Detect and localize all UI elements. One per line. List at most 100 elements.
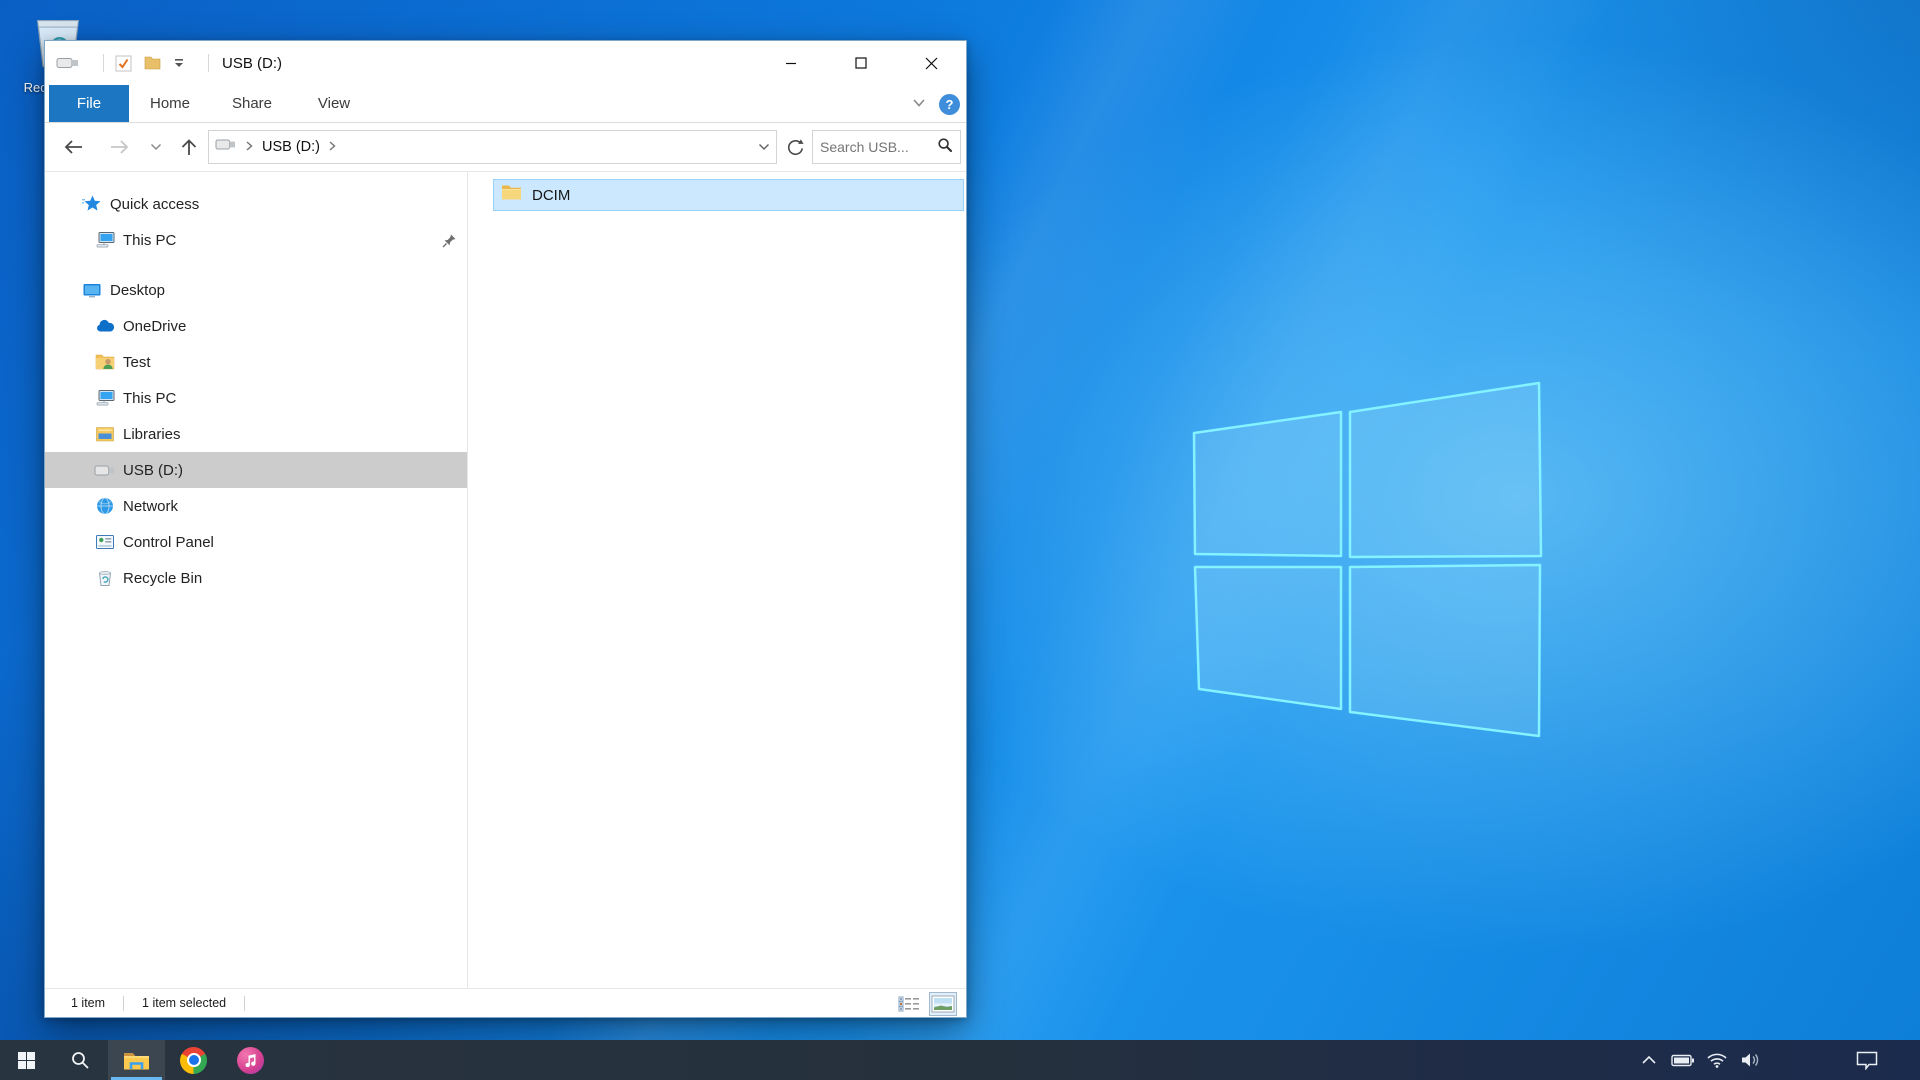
sidebar-item-label: Recycle Bin: [123, 570, 202, 587]
sidebar-item-quick-access[interactable]: Quick access: [45, 186, 467, 222]
toolbar-separator: [103, 54, 104, 72]
tab-share[interactable]: Share: [211, 85, 293, 122]
status-bar: 1 item 1 item selected: [45, 988, 966, 1017]
up-button[interactable]: [176, 138, 202, 157]
toolbar-separator: [208, 54, 209, 72]
status-separator: [123, 996, 124, 1011]
address-usb-drive-icon: [215, 138, 237, 156]
sidebar-item-test-user[interactable]: Test: [45, 344, 467, 380]
customize-toolbar-dropdown-icon[interactable]: [173, 57, 185, 69]
sidebar-item-control-panel[interactable]: Control Panel: [45, 524, 467, 560]
tab-file[interactable]: File: [49, 85, 129, 122]
file-list[interactable]: DCIM: [468, 172, 966, 988]
thumbnails-view-icon: [931, 995, 955, 1013]
close-icon: [925, 57, 938, 70]
sidebar-item-this-pc[interactable]: This PC: [45, 380, 467, 416]
network-globe-icon: [94, 496, 116, 516]
itunes-icon: [237, 1047, 264, 1074]
taskbar-itunes-button[interactable]: [222, 1040, 279, 1080]
usb-drive-icon: [94, 464, 116, 477]
window-title: USB (D:): [222, 55, 282, 72]
sidebar-item-desktop[interactable]: Desktop: [45, 272, 467, 308]
properties-icon[interactable]: [115, 55, 132, 72]
action-center-button[interactable]: [1846, 1040, 1888, 1080]
tray-expand-button[interactable]: [1632, 1040, 1666, 1080]
battery-icon: [1671, 1054, 1695, 1067]
wifi-indicator[interactable]: [1700, 1040, 1734, 1080]
wifi-icon: [1706, 1052, 1728, 1068]
search-icon: [70, 1050, 90, 1070]
chevron-up-icon: [1642, 1056, 1656, 1064]
expand-ribbon-chevron-icon[interactable]: [912, 95, 926, 113]
file-explorer-window: USB (D:) File Home Share View ?: [44, 40, 967, 1018]
breadcrumb-chevron-icon[interactable]: [329, 138, 336, 156]
user-folder-icon: [94, 353, 116, 371]
battery-indicator[interactable]: [1666, 1040, 1700, 1080]
breadcrumb[interactable]: USB (D:): [262, 139, 320, 155]
tab-home[interactable]: Home: [129, 85, 211, 122]
close-button[interactable]: [896, 41, 966, 85]
search-box[interactable]: [812, 130, 961, 164]
thumbnails-view-button[interactable]: [929, 992, 957, 1016]
folder-icon: [501, 184, 522, 206]
new-folder-icon[interactable]: [144, 56, 161, 70]
desktop-icon: [81, 280, 103, 300]
sidebar-item-network[interactable]: Network: [45, 488, 467, 524]
maximize-button[interactable]: [826, 41, 896, 85]
system-tray: [1632, 1040, 1920, 1080]
search-icon[interactable]: [937, 137, 953, 158]
refresh-button[interactable]: [786, 138, 804, 156]
taskbar: [0, 1040, 1920, 1080]
title-bar[interactable]: USB (D:): [45, 41, 966, 85]
sidebar-item-usb-drive[interactable]: USB (D:): [45, 452, 467, 488]
file-name: DCIM: [532, 187, 570, 204]
tab-view[interactable]: View: [293, 85, 375, 122]
start-button[interactable]: [0, 1040, 52, 1080]
taskbar-chrome-button[interactable]: [165, 1040, 222, 1080]
onedrive-cloud-icon: [94, 319, 116, 333]
sidebar-item-label: Control Panel: [123, 534, 214, 551]
sidebar-item-onedrive[interactable]: OneDrive: [45, 308, 467, 344]
ribbon-tab-row: File Home Share View ?: [45, 85, 966, 123]
forward-button[interactable]: [103, 138, 134, 156]
navigation-pane: Quick access This PC Desktop: [45, 172, 468, 988]
volume-indicator[interactable]: [1734, 1040, 1768, 1080]
windows-start-icon: [18, 1052, 35, 1069]
back-button[interactable]: [59, 138, 89, 156]
help-button[interactable]: ?: [939, 94, 960, 115]
window-usb-drive-icon: [56, 56, 80, 70]
minimize-icon: [785, 57, 797, 69]
taskbar-search-button[interactable]: [52, 1040, 108, 1080]
sidebar-item-label: Libraries: [123, 426, 181, 443]
details-view-button[interactable]: [895, 992, 923, 1016]
selection-count: 1 item selected: [142, 996, 226, 1010]
windows-logo: [1191, 381, 1543, 738]
control-panel-icon: [94, 533, 116, 551]
sidebar-item-this-pc-pinned[interactable]: This PC: [45, 222, 467, 258]
file-row-dcim[interactable]: DCIM: [493, 179, 964, 211]
recent-locations-chevron-icon[interactable]: [145, 143, 167, 151]
pc-icon: [94, 230, 116, 250]
sidebar-item-label: Network: [123, 498, 178, 515]
sidebar-item-recycle-bin[interactable]: Recycle Bin: [45, 560, 467, 596]
address-bar[interactable]: USB (D:): [208, 130, 777, 164]
pc-icon: [94, 388, 116, 408]
file-explorer-icon: [123, 1050, 150, 1071]
sidebar-item-libraries[interactable]: Libraries: [45, 416, 467, 452]
status-separator: [244, 996, 245, 1011]
recycle-bin-icon: [94, 569, 116, 587]
sidebar-item-label: Desktop: [110, 282, 165, 299]
pin-icon: [442, 233, 457, 248]
search-input[interactable]: [820, 139, 937, 155]
sidebar-item-label: OneDrive: [123, 318, 186, 335]
quick-access-toolbar: USB (D:): [45, 54, 282, 72]
minimize-button[interactable]: [756, 41, 826, 85]
sidebar-item-label: This PC: [123, 232, 176, 249]
navigation-bar: USB (D:): [45, 123, 966, 172]
action-center-icon: [1856, 1051, 1878, 1070]
sidebar-item-label: Quick access: [110, 196, 199, 213]
details-view-icon: [898, 996, 920, 1012]
taskbar-file-explorer-button[interactable]: [108, 1040, 165, 1080]
breadcrumb-chevron-icon[interactable]: [246, 138, 253, 156]
address-dropdown-chevron-icon[interactable]: [758, 138, 770, 156]
